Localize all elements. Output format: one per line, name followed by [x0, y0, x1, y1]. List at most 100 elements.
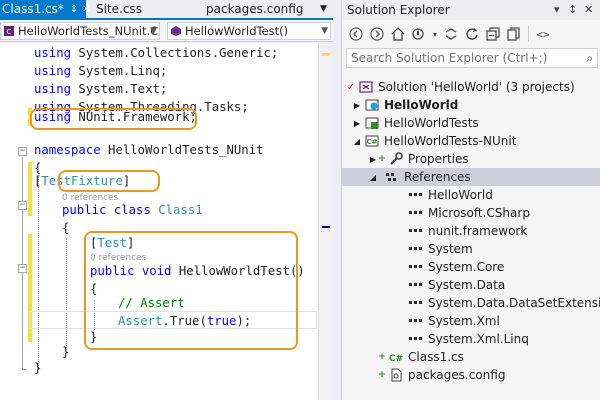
tab-label: Site.css: [96, 2, 142, 16]
wrench-icon: [388, 151, 404, 167]
scrollbar-change-marker: [322, 53, 330, 56]
collapse-arrow-icon[interactable]: ◢: [352, 137, 362, 146]
change-bar: [28, 162, 32, 216]
code-line[interactable]: using System.Text;: [34, 80, 167, 98]
member-combo-label: HellowWorldTest(): [185, 24, 289, 38]
show-all-files-icon[interactable]: [505, 25, 523, 43]
code-line[interactable]: using System.Linq;: [34, 62, 167, 80]
project-combo-label: HelloWorldTests_NUnit.C: [18, 24, 159, 38]
close-icon[interactable]: ✕: [584, 3, 593, 16]
panel-title: Solution Explorer: [347, 3, 450, 17]
tab-overflow-dropdown-icon[interactable]: ▼: [318, 0, 332, 18]
code-line[interactable]: using System.Collections.Generic;: [34, 44, 278, 62]
collapse-all-icon[interactable]: [484, 25, 502, 43]
tree-node-solution[interactable]: ✓ Solution 'HelloWorld' (3 projects): [342, 78, 600, 96]
auto-hide-pin-icon[interactable]: ↕: [568, 3, 577, 16]
code-token: HelloWorldTests_NUnit: [100, 143, 264, 157]
collapse-arrow-icon[interactable]: ◢: [368, 173, 378, 182]
code-token: using: [34, 82, 72, 96]
tree-node-reference[interactable]: HelloWorld: [342, 186, 600, 204]
search-icon[interactable]: ⌕: [586, 51, 593, 66]
home-icon[interactable]: [389, 25, 407, 43]
editor-vertical-scrollbar[interactable]: [318, 43, 333, 400]
chevron-down-icon[interactable]: ▾: [431, 25, 439, 43]
collapse-method-icon[interactable]: −: [18, 264, 27, 273]
tree-node-packages-config[interactable]: + packages.config: [342, 366, 600, 384]
expand-arrow-icon[interactable]: ▶: [368, 155, 378, 164]
tree-node-references[interactable]: ◢ References: [342, 168, 600, 186]
code-token: using: [34, 46, 72, 60]
code-line[interactable]: }: [62, 343, 69, 361]
config-file-icon: [388, 367, 404, 383]
highlight-testfixture: [58, 170, 160, 192]
code-token: namespace: [34, 143, 101, 157]
tree-node-reference[interactable]: System.Xml.Linq: [342, 330, 600, 348]
code-token: System.Collections.Generic;: [71, 46, 279, 60]
tree-node-properties[interactable]: ▶ + Properties: [342, 150, 600, 168]
highlight-using-nunit: [30, 108, 197, 130]
tree-node-reference[interactable]: System.Core: [342, 258, 600, 276]
code-line[interactable]: namespace HelloWorldTests_NUnit: [34, 141, 264, 159]
solution-explorer-panel: Solution Explorer ▾ ↕ ✕ ▾ <> Search Solu…: [341, 0, 600, 400]
pin-icon[interactable]: ↕: [70, 4, 78, 15]
tab-label: Class1.cs*: [2, 2, 64, 16]
test-project-icon: [364, 115, 380, 131]
code-line[interactable]: public class Class1: [62, 201, 203, 219]
tree-node-helloworldtests-project[interactable]: ▶ HelloWorldTests: [342, 114, 600, 132]
git-added-icon: +: [378, 370, 386, 380]
chevron-down-icon: ▼: [150, 26, 157, 36]
forward-icon[interactable]: [368, 25, 386, 43]
code-token: {: [62, 221, 70, 235]
code-token: }: [34, 361, 42, 375]
code-line[interactable]: }: [34, 359, 41, 377]
method-icon: [171, 26, 181, 36]
window-position-dropdown-icon[interactable]: ▾: [554, 3, 560, 16]
reference-icon: [408, 277, 424, 293]
tab-packages-config[interactable]: packages.config: [204, 0, 304, 18]
solution-explorer-search-input[interactable]: Search Solution Explorer (Ctrl+;) ⌕: [346, 48, 598, 68]
tree-node-reference[interactable]: System.Xml: [342, 312, 600, 330]
project-combo[interactable]: C HelloWorldTests_NUnit.C ▼: [0, 22, 160, 40]
expand-arrow-icon[interactable]: ▶: [352, 101, 362, 110]
highlight-test-method: [84, 231, 298, 350]
search-placeholder: Search Solution Explorer (Ctrl+;): [351, 51, 548, 65]
view-code-icon[interactable]: <>: [534, 25, 552, 43]
refresh-icon[interactable]: [463, 25, 481, 43]
tree-node-reference[interactable]: System.Data: [342, 276, 600, 294]
sync-active-document-icon[interactable]: [442, 25, 460, 43]
tree-node-class1-cs[interactable]: + C# Class1.cs: [342, 348, 600, 366]
reference-icon: [408, 313, 424, 329]
indent-guide: [66, 238, 67, 350]
tab-label: packages.config: [206, 2, 304, 16]
code-token: }: [62, 345, 70, 359]
outline-end: [22, 369, 27, 370]
code-token: System.Linq;: [71, 64, 168, 78]
pending-check-icon: ✓: [346, 81, 356, 93]
code-line[interactable]: {: [62, 219, 69, 237]
code-token: using: [34, 64, 72, 78]
tree-node-reference[interactable]: Microsoft.CSharp: [342, 204, 600, 222]
collapse-namespace-icon[interactable]: −: [18, 147, 27, 156]
expand-arrow-icon[interactable]: ▶: [352, 119, 362, 128]
back-icon[interactable]: [347, 25, 365, 43]
reference-icon: [408, 187, 424, 203]
pending-changes-filter-icon[interactable]: [410, 25, 428, 43]
tab-site-css[interactable]: Site.css: [94, 0, 156, 18]
tree-node-reference[interactable]: System.Data.DataSetExtensions: [342, 294, 600, 312]
scrollbar-caret-marker: [322, 226, 330, 228]
tab-class1-cs[interactable]: Class1.cs* ↕ ✕: [0, 0, 91, 18]
solution-icon: [358, 79, 374, 95]
tree-node-reference[interactable]: System: [342, 240, 600, 258]
reference-icon: [408, 259, 424, 275]
solution-explorer-toolbar: ▾ <>: [342, 22, 600, 46]
tree-node-helloworld-project[interactable]: ▶ HelloWorld: [342, 96, 600, 114]
close-icon[interactable]: ✕: [82, 4, 90, 15]
tree-node-helloworldtests-nunit-project[interactable]: ◢ C# HelloWorldTests-NUnit: [342, 132, 600, 150]
reference-icon: [408, 295, 424, 311]
tree-node-reference[interactable]: nunit.framework: [342, 222, 600, 240]
csharp-file-icon: C#: [388, 349, 404, 365]
collapse-class-icon[interactable]: −: [18, 201, 27, 210]
member-combo[interactable]: HellowWorldTest() ▼: [167, 22, 331, 40]
reference-icon: [408, 223, 424, 239]
reference-icon: [408, 331, 424, 347]
